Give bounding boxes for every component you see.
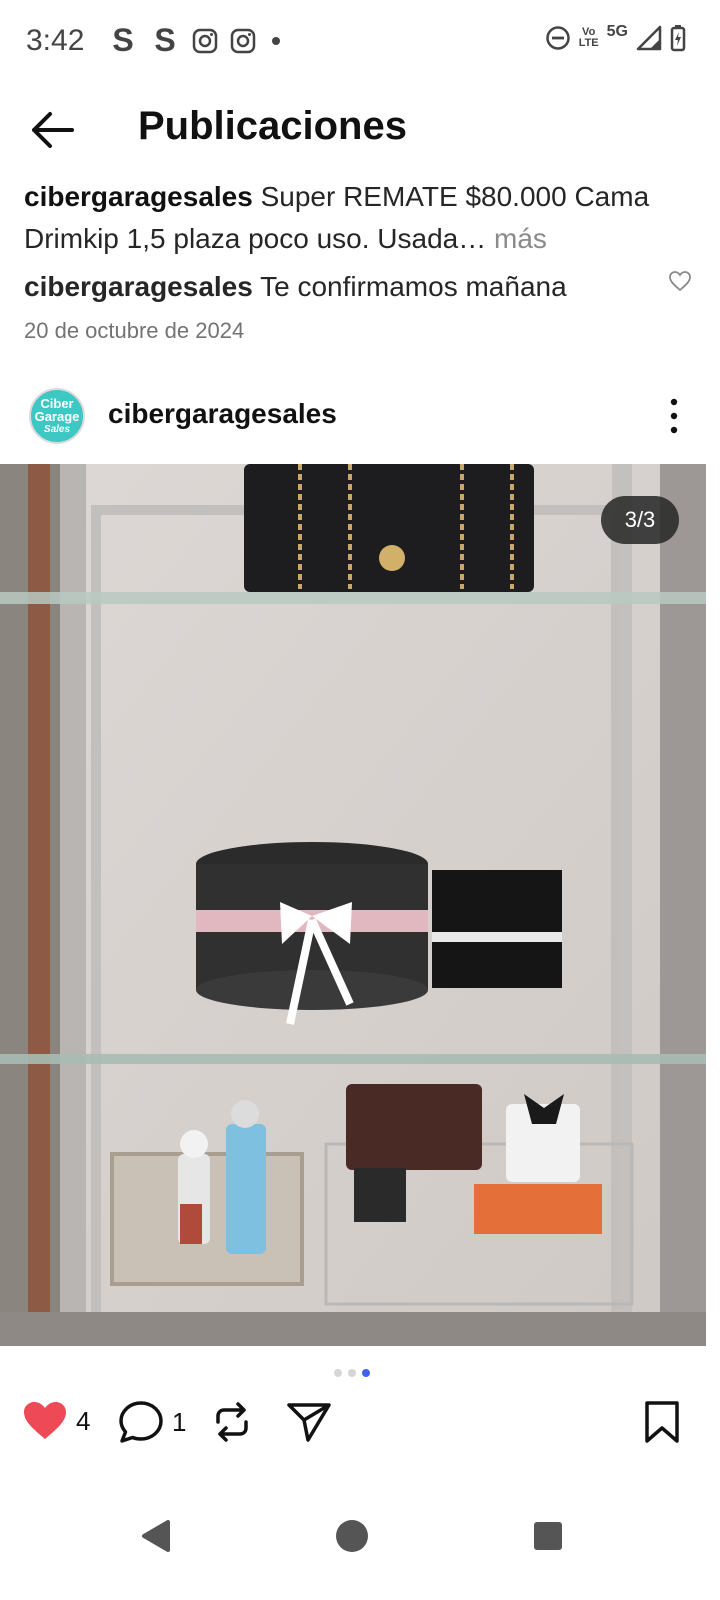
back-arrow-icon[interactable] — [24, 104, 80, 156]
s-app-icon: S — [154, 22, 176, 58]
comment-row: cibergaragesales Te confirmamos mañana — [24, 266, 704, 308]
shelf-photo-illustration — [0, 464, 706, 1346]
more-options-icon[interactable] — [668, 398, 680, 434]
comment-button[interactable]: 1 — [118, 1400, 186, 1444]
carousel-dot — [334, 1369, 342, 1377]
status-system-icons: Vo LTE 5G — [545, 23, 686, 52]
instagram-icon — [230, 28, 256, 53]
carousel-indicator — [334, 1369, 370, 1377]
back-triangle-icon[interactable] — [126, 1506, 186, 1566]
share-button[interactable] — [286, 1400, 332, 1444]
post-image[interactable] — [0, 464, 706, 1346]
repost-icon — [216, 1402, 248, 1442]
carousel-dot — [348, 1369, 356, 1377]
volte-indicator: Vo LTE — [579, 27, 599, 49]
system-navigation-bar — [0, 1480, 720, 1600]
save-button[interactable] — [642, 1400, 682, 1444]
post-caption: cibergaragesales Super REMATE $80.000 Ca… — [24, 176, 704, 260]
caption-username[interactable]: cibergaragesales — [24, 181, 253, 212]
more-notifications-dot-icon — [272, 36, 280, 45]
post-actions-bar: 4 1 — [22, 1400, 682, 1452]
recents-square-icon[interactable] — [518, 1506, 578, 1566]
avatar-text-line: Ciber — [40, 395, 74, 411]
volte-bottom-label: LTE — [578, 37, 599, 49]
post-date: 20 de octubre de 2024 — [24, 318, 245, 343]
comment-text: Te confirmamos mañana — [260, 271, 567, 302]
battery-charging-icon — [670, 25, 686, 52]
do-not-disturb-icon — [545, 26, 570, 50]
repost-button[interactable] — [210, 1400, 254, 1444]
avatar[interactable]: Ciber Garage Sales — [29, 388, 85, 444]
send-paper-plane-icon — [287, 1403, 331, 1442]
bookmark-icon — [645, 1401, 679, 1443]
heart-filled-icon — [24, 1402, 66, 1439]
s-app-icon: S — [112, 22, 134, 58]
like-button[interactable]: 4 — [22, 1400, 90, 1442]
avatar-text-line: Sales — [43, 423, 71, 435]
network-type-label: 5G — [606, 23, 628, 40]
comment-bubble-icon — [119, 1401, 163, 1443]
avatar-text-line: Garage — [34, 408, 80, 424]
status-notification-icons: S S — [108, 22, 284, 59]
status-time: 3:42 — [26, 24, 85, 57]
post-username[interactable]: cibergaragesales — [108, 398, 337, 430]
image-counter-badge: 3/3 — [601, 496, 679, 544]
carousel-dot-active — [362, 1369, 370, 1377]
comment-like-heart-icon[interactable] — [668, 270, 692, 292]
comment-count: 1 — [172, 1406, 187, 1437]
home-circle-icon[interactable] — [322, 1506, 382, 1566]
like-count: 4 — [76, 1405, 91, 1436]
more-link[interactable]: más — [494, 223, 547, 254]
signal-icon — [636, 25, 662, 51]
page-title: Publicaciones — [138, 104, 407, 148]
comment-username[interactable]: cibergaragesales — [24, 271, 253, 302]
instagram-icon — [192, 28, 218, 53]
